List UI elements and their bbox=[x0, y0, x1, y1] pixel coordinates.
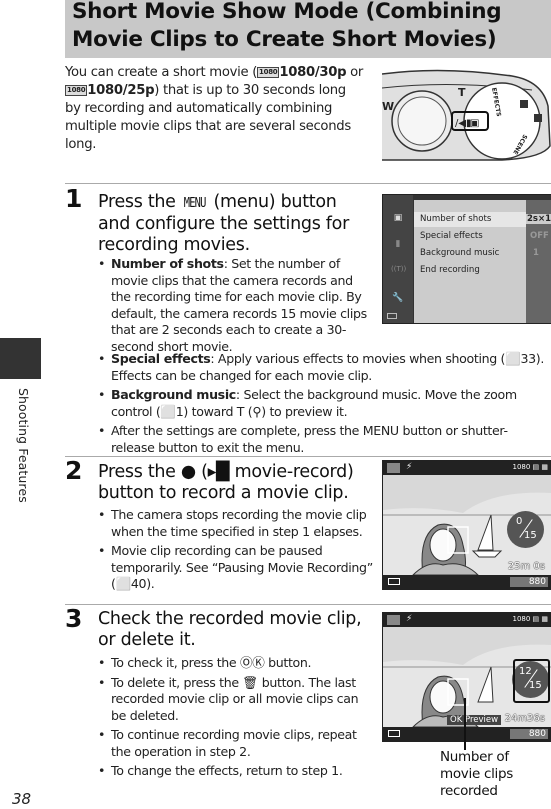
menu-item-background-music[interactable]: Background music bbox=[420, 248, 499, 258]
step-1-bullets-b: Special effects: Apply various effects t… bbox=[98, 351, 551, 459]
menu-values-column: 2s×15 OFF 1 bbox=[526, 200, 551, 323]
intro-paragraph: You can create a short movie (1080 1080/3… bbox=[65, 65, 364, 152]
tele-label: T bbox=[458, 86, 466, 99]
menu-item-number-of-shots[interactable]: Number of shots bbox=[420, 214, 491, 224]
menu-tab-column: ▣ ▮ ((T)) 🔧 bbox=[383, 195, 413, 323]
option-1080-25p: 1080/25p bbox=[87, 83, 155, 98]
setup-wrench-icon: 🔧 bbox=[392, 293, 404, 303]
value-background-music: 1 bbox=[533, 248, 539, 258]
movie-1080-25p-icon: 1080 bbox=[65, 84, 88, 96]
menu-screen-illustration: ▣ ▮ ((T)) 🔧 Number of shots Special effe… bbox=[382, 194, 551, 324]
list-item: To check it, press the ⓄⓀ button. bbox=[98, 655, 373, 672]
callout-leader-line bbox=[464, 698, 466, 750]
remaining-time: 24m36s bbox=[504, 713, 545, 724]
flash-icon: ⚡ bbox=[406, 614, 413, 624]
movie-options-icon: 1080 ▤ ▦ bbox=[512, 463, 549, 471]
step-divider bbox=[65, 604, 551, 605]
list-item: Special effects: Apply various effects t… bbox=[98, 351, 551, 384]
menu-list: Number of shots Special effects Backgrou… bbox=[414, 200, 526, 323]
list-item: The camera stops recording the movie cli… bbox=[98, 507, 373, 540]
step-3-number: 3 bbox=[65, 604, 83, 633]
movie-record-icon: ▸█ bbox=[207, 462, 230, 482]
wireless-tab-icon: ((T)) bbox=[391, 265, 407, 273]
movie-1080-30p-icon: 1080 bbox=[257, 66, 280, 78]
list-item: To delete it, press the 🗑 button. The la… bbox=[98, 675, 373, 725]
section-label: Shooting Features bbox=[16, 388, 31, 503]
step-2-number: 2 bbox=[65, 456, 83, 485]
page-title: Short Movie Show Mode (Combining Movie C… bbox=[72, 0, 502, 52]
step-1-bullets-a: Number of shots: Set the number of movie… bbox=[98, 256, 370, 358]
page-number: 38 bbox=[12, 790, 32, 808]
menu-item-end-recording[interactable]: End recording bbox=[420, 265, 480, 275]
short-movie-mode-icon bbox=[387, 615, 400, 625]
step-divider bbox=[65, 183, 551, 184]
short-movie-tab-icon: ▣ bbox=[393, 213, 403, 223]
shots-remaining: 880 bbox=[510, 729, 548, 739]
camera-mode-dial-illustration: /◀▮ ▣ W T EFFECTS SCENE bbox=[382, 69, 551, 161]
list-item: Movie clip recording can be paused tempo… bbox=[98, 543, 373, 593]
battery-icon bbox=[387, 313, 397, 319]
step-2-heading: Press the ● (▸█ movie-record) button to … bbox=[98, 462, 354, 503]
step-1-heading: Press the MENU (menu) button and configu… bbox=[98, 192, 349, 255]
callout-label: Number of movie clips recorded bbox=[440, 749, 513, 799]
flash-icon: ⚡ bbox=[406, 462, 413, 472]
short-movie-mode-icon bbox=[387, 463, 400, 473]
battery-icon bbox=[388, 730, 400, 737]
option-1080-30p: 1080/30p bbox=[279, 65, 347, 80]
preview-hint: OK Preview bbox=[447, 715, 502, 725]
list-item: Number of shots: Set the number of movie… bbox=[98, 256, 370, 355]
step-2-bullets: The camera stops recording the movie cli… bbox=[98, 507, 373, 596]
clip-count-indicator: 0 15 bbox=[507, 511, 544, 548]
menu-key-label: MENU bbox=[183, 196, 207, 211]
battery-icon bbox=[388, 578, 400, 585]
list-item: Background music: Select the background … bbox=[98, 387, 551, 420]
movie-options-icon: 1080 ▤ ▦ bbox=[512, 615, 549, 623]
menu-item-special-effects[interactable]: Special effects bbox=[420, 231, 483, 241]
step-3-bullets: To check it, press the ⓄⓀ button. To del… bbox=[98, 655, 373, 783]
svg-text:▣: ▣ bbox=[470, 118, 479, 129]
step-3-heading: Check the recorded movie clip, or delete… bbox=[98, 609, 362, 650]
shots-remaining: 880 bbox=[510, 577, 548, 587]
step-1-number: 1 bbox=[65, 184, 83, 213]
recording-screen-illustration: ⚡ 1080 ▤ ▦ 0 15 25m 0s 880 bbox=[382, 460, 551, 590]
callout-highlight-box bbox=[513, 659, 550, 703]
remaining-time: 25m 0s bbox=[507, 561, 545, 572]
value-special-effects: OFF bbox=[530, 231, 549, 241]
value-number-of-shots: 2s×15 bbox=[526, 214, 551, 224]
movie-tab-icon: ▮ bbox=[395, 239, 401, 249]
list-item: After the settings are complete, press t… bbox=[98, 423, 551, 456]
wide-label: W bbox=[382, 100, 394, 113]
step-divider bbox=[65, 456, 551, 457]
section-tab-marker bbox=[0, 338, 41, 379]
list-item: To continue recording movie clips, repea… bbox=[98, 727, 373, 760]
list-item: To change the effects, return to step 1. bbox=[98, 763, 373, 780]
